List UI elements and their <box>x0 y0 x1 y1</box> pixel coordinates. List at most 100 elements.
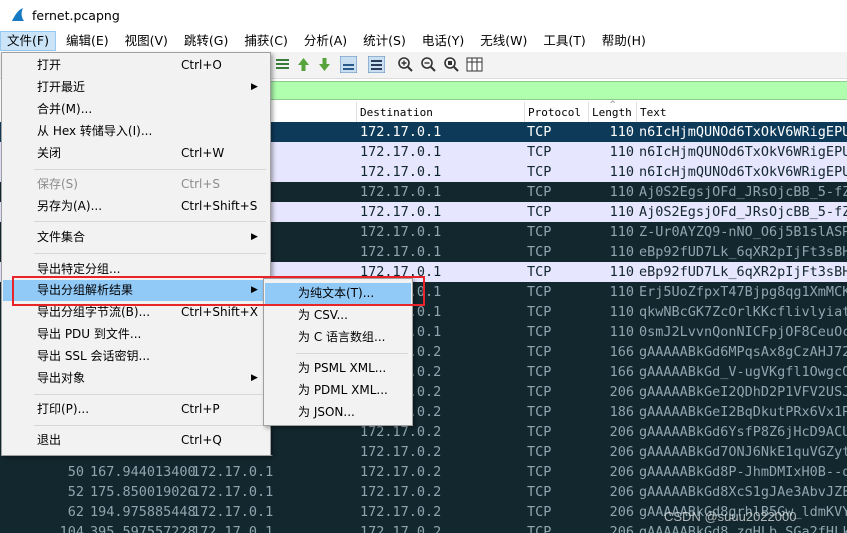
menu-go[interactable]: 跳转(G) <box>178 31 234 51</box>
packet-length: 186 <box>609 404 634 420</box>
packet-length: 206 <box>609 464 634 480</box>
packet-text: eBp92fUD7Lk_6qXR2pIjFt3sBH <box>639 264 847 280</box>
shortcut-label: Ctrl+O <box>181 58 222 72</box>
menu-view[interactable]: 视图(V) <box>119 31 174 51</box>
colorize-icon[interactable] <box>368 56 385 73</box>
menu-statistics[interactable]: 统计(S) <box>357 31 412 51</box>
packet-protocol: TCP <box>527 404 552 420</box>
packet-destination: 172.17.0.2 <box>360 504 442 520</box>
menu-tools[interactable]: 工具(T) <box>537 31 591 51</box>
menu-item-close[interactable]: 关闭 Ctrl+W <box>3 143 269 164</box>
packet-length: 206 <box>609 524 634 533</box>
packet-destination: 172.17.0.2 <box>360 524 442 533</box>
watermark: CSDN @suuu2022000 <box>664 509 797 524</box>
column-destination[interactable]: Destination <box>356 102 524 122</box>
packet-protocol: TCP <box>527 484 552 500</box>
packet-length: 110 <box>609 264 634 280</box>
menu-item-label: 导出分组字节流(B)... <box>37 305 151 319</box>
packet-destination: 172.17.0.1 <box>360 224 442 240</box>
menu-item-export-objects[interactable]: 导出对象 ▶ <box>3 368 269 389</box>
menu-wireless[interactable]: 无线(W) <box>474 31 533 51</box>
zoom-out-icon[interactable] <box>420 56 437 73</box>
menu-item-label: 为 CSV... <box>298 308 348 322</box>
menu-item-label: 为纯文本(T)... <box>298 286 375 300</box>
menu-item-label: 合并(M)... <box>37 102 93 116</box>
packet-length: 110 <box>609 324 634 340</box>
menu-analyze[interactable]: 分析(A) <box>298 31 353 51</box>
packet-length: 110 <box>609 304 634 320</box>
packet-time: 167.944013400 <box>90 464 196 480</box>
menu-edit[interactable]: 编辑(E) <box>60 31 115 51</box>
file-menu-dropdown: 打开 Ctrl+O 打开最近 ▶ 合并(M)... 从 Hex 转储导入(I)...… <box>1 52 271 456</box>
menu-item-export-pdus[interactable]: 导出 PDU 到文件... <box>3 324 269 345</box>
menu-item-label: 打印(P)... <box>37 402 90 416</box>
packet-length: 110 <box>609 204 634 220</box>
packet-text: 0smJ2LvvnQonNICFpjOF8CeuOc <box>639 324 847 340</box>
zoom-in-icon[interactable] <box>397 56 414 73</box>
packet-text: Aj0S2EgsjOFd_JRsOjcBB_5-fZ <box>639 184 847 200</box>
packet-protocol: TCP <box>527 384 552 400</box>
display-filter-input[interactable] <box>270 81 847 100</box>
packet-protocol: TCP <box>527 344 552 360</box>
menu-file[interactable]: 文件(F) <box>0 31 56 51</box>
packet-destination: 172.17.0.2 <box>360 484 442 500</box>
menu-separator <box>34 425 266 426</box>
go-last-icon[interactable] <box>316 56 333 73</box>
menu-separator <box>296 353 408 354</box>
packet-protocol: TCP <box>527 164 552 180</box>
zoom-reset-icon[interactable] <box>443 56 460 73</box>
shortcut-label: Ctrl+P <box>181 402 220 416</box>
packet-row[interactable]: 52 175.850019026 172.17.0.1 172.17.0.2 TCP 20… <box>0 482 847 502</box>
menu-item-as-psml-xml[interactable]: 为 PSML XML... <box>265 358 411 379</box>
menu-item-export-packet-bytes[interactable]: 导出分组字节流(B)... Ctrl+Shift+X <box>3 302 269 323</box>
menu-item-quit[interactable]: 退出 Ctrl+Q <box>3 430 269 451</box>
packet-length: 110 <box>609 284 634 300</box>
jump-icon[interactable] <box>274 56 291 73</box>
packet-length: 166 <box>609 344 634 360</box>
menu-capture[interactable]: 捕获(C) <box>238 31 293 51</box>
menu-item-label: 导出对象 <box>37 371 86 385</box>
menu-item-open[interactable]: 打开 Ctrl+O <box>3 55 269 76</box>
packet-text: Z-Ur0AYZQ9-nNO_O6j5B1slASR <box>639 224 847 240</box>
packet-text: gAAAAABkGeI2QDhD2P1VFV2USJ <box>639 384 847 400</box>
menu-item-export-specified-packets[interactable]: 导出特定分组... <box>3 259 269 280</box>
menu-item-save-as[interactable]: 另存为(A)... Ctrl+Shift+S <box>3 196 269 217</box>
column-protocol[interactable]: Protocol <box>524 102 590 122</box>
packet-protocol: TCP <box>527 244 552 260</box>
menu-item-as-plain-text[interactable]: 为纯文本(T)... <box>265 283 411 304</box>
packet-protocol: TCP <box>527 524 552 533</box>
packet-protocol: TCP <box>527 224 552 240</box>
wireshark-shark-fin-icon <box>12 8 24 21</box>
menu-item-as-c-arrays[interactable]: 为 C 语言数组... <box>265 327 411 348</box>
menu-item-import-hex[interactable]: 从 Hex 转储导入(I)... <box>3 121 269 142</box>
menu-item-as-pdml-xml[interactable]: 为 PDML XML... <box>265 380 411 401</box>
column-text[interactable]: Text <box>636 102 847 122</box>
menu-item-open-recent[interactable]: 打开最近 ▶ <box>3 77 269 98</box>
menu-item-export-packet-dissections[interactable]: 导出分组解析结果 ▶ <box>3 280 269 301</box>
menu-item-as-json[interactable]: 为 JSON... <box>265 402 411 423</box>
autoscroll-icon[interactable] <box>340 56 357 73</box>
menu-item-export-ssl-keys[interactable]: 导出 SSL 会话密钥... <box>3 346 269 367</box>
packet-number: 52 <box>67 484 84 500</box>
packet-protocol: TCP <box>527 504 552 520</box>
resize-columns-icon[interactable] <box>466 56 483 73</box>
packet-protocol: TCP <box>527 204 552 220</box>
packet-text: Aj0S2EgsjOFd_JRsOjcBB_5-fZ <box>639 204 847 220</box>
packet-row[interactable]: 50 167.944013400 172.17.0.1 172.17.0.2 TCP 20… <box>0 462 847 482</box>
menu-separator <box>34 221 266 222</box>
menu-telephony[interactable]: 电话(Y) <box>416 31 470 51</box>
menu-item-print[interactable]: 打印(P)... Ctrl+P <box>3 399 269 420</box>
packet-time: 175.850019026 <box>90 484 196 500</box>
menu-help[interactable]: 帮助(H) <box>596 31 652 51</box>
packet-length: 206 <box>609 424 634 440</box>
menu-item-merge[interactable]: 合并(M)... <box>3 99 269 120</box>
packet-text: gAAAAABkGd6MPqsAx8gCzAHJ72 <box>639 344 847 360</box>
packet-length: 206 <box>609 504 634 520</box>
packet-protocol: TCP <box>527 304 552 320</box>
packet-length: 110 <box>609 244 634 260</box>
go-first-icon[interactable] <box>295 56 312 73</box>
packet-text: n6IcHjmQUNOd6TxOkV6WRigEPU <box>639 144 847 160</box>
menu-item-file-set[interactable]: 文件集合 ▶ <box>3 227 269 248</box>
menu-item-as-csv[interactable]: 为 CSV... <box>265 305 411 326</box>
packet-length: 206 <box>609 484 634 500</box>
